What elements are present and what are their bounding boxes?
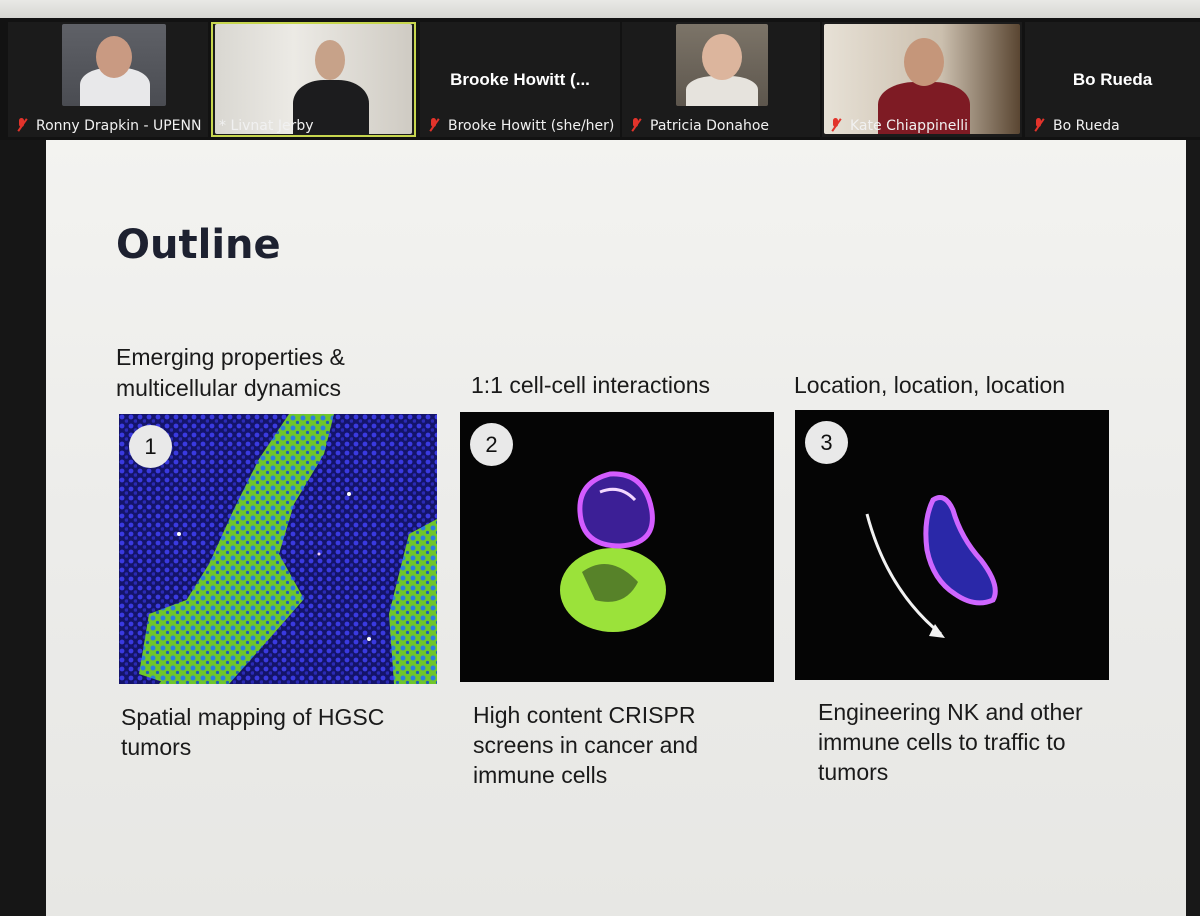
muted-mic-icon — [16, 118, 28, 132]
microscopy-image-migrating-cell: 3 — [795, 410, 1109, 680]
participant-name: Kate Chiappinelli — [830, 118, 1018, 134]
participant-tile[interactable]: Kate Chiappinelli — [822, 22, 1022, 137]
participant-tile[interactable]: Brooke Howitt (... Brooke Howitt (she/he… — [420, 22, 620, 137]
slide-title: Outline — [116, 222, 281, 268]
participant-tile-active-speaker[interactable]: * Livnat Jerby — [211, 22, 416, 137]
participant-figure — [686, 76, 758, 106]
participant-name: Patricia Donahoe — [630, 118, 816, 134]
column-heading-3: Location, location, location — [794, 372, 1066, 398]
participant-display-name: Brooke Howitt (... — [450, 70, 590, 89]
muted-mic-icon — [1033, 118, 1045, 132]
column-heading-1: Emerging properties & multicellular dyna… — [116, 344, 345, 401]
column-caption-3: Engineering NK and other immune cells to… — [818, 699, 1083, 785]
participant-video — [62, 24, 166, 106]
column-caption-1: Spatial mapping of HGSC tumors — [121, 704, 385, 760]
participant-figure — [315, 40, 345, 80]
participant-tile[interactable]: Patricia Donahoe — [622, 22, 820, 137]
monitor-bezel-top — [0, 0, 1200, 20]
participant-name: Bo Rueda — [1033, 118, 1196, 134]
column-heading-2: 1:1 cell-cell interactions — [471, 372, 711, 398]
participant-figure — [904, 38, 944, 86]
participant-name: Brooke Howitt (she/her) — [428, 118, 616, 134]
column-caption-2: High content CRISPR screens in cancer an… — [473, 702, 699, 788]
muted-mic-icon — [830, 118, 842, 132]
participant-tile[interactable]: Bo Rueda Bo Rueda — [1025, 22, 1200, 137]
muted-mic-icon — [428, 118, 440, 132]
screen-edge-left — [0, 140, 48, 916]
participant-figure — [702, 34, 742, 80]
microscopy-image-cell-pair: 2 — [460, 412, 774, 682]
step-number-badge: 3 — [805, 421, 848, 464]
screen-edge-right — [1184, 140, 1200, 916]
microscopy-image-tissue: 1 — [119, 414, 437, 684]
participant-name: * Livnat Jerby — [219, 118, 314, 134]
shared-slide: Outline Emerging properties & multicellu… — [46, 140, 1186, 916]
participant-figure — [96, 36, 132, 78]
participant-display-name: Bo Rueda — [1072, 70, 1153, 89]
step-number-badge: 2 — [470, 423, 513, 466]
participant-gallery: Ronny Drapkin - UPENN * Livnat Jerby Bro… — [0, 18, 1200, 140]
participant-tile[interactable]: Ronny Drapkin - UPENN — [8, 22, 208, 137]
participant-name: Ronny Drapkin - UPENN — [16, 118, 204, 134]
participant-video — [676, 24, 768, 106]
muted-mic-icon — [630, 118, 642, 132]
step-number-badge: 1 — [129, 425, 172, 468]
